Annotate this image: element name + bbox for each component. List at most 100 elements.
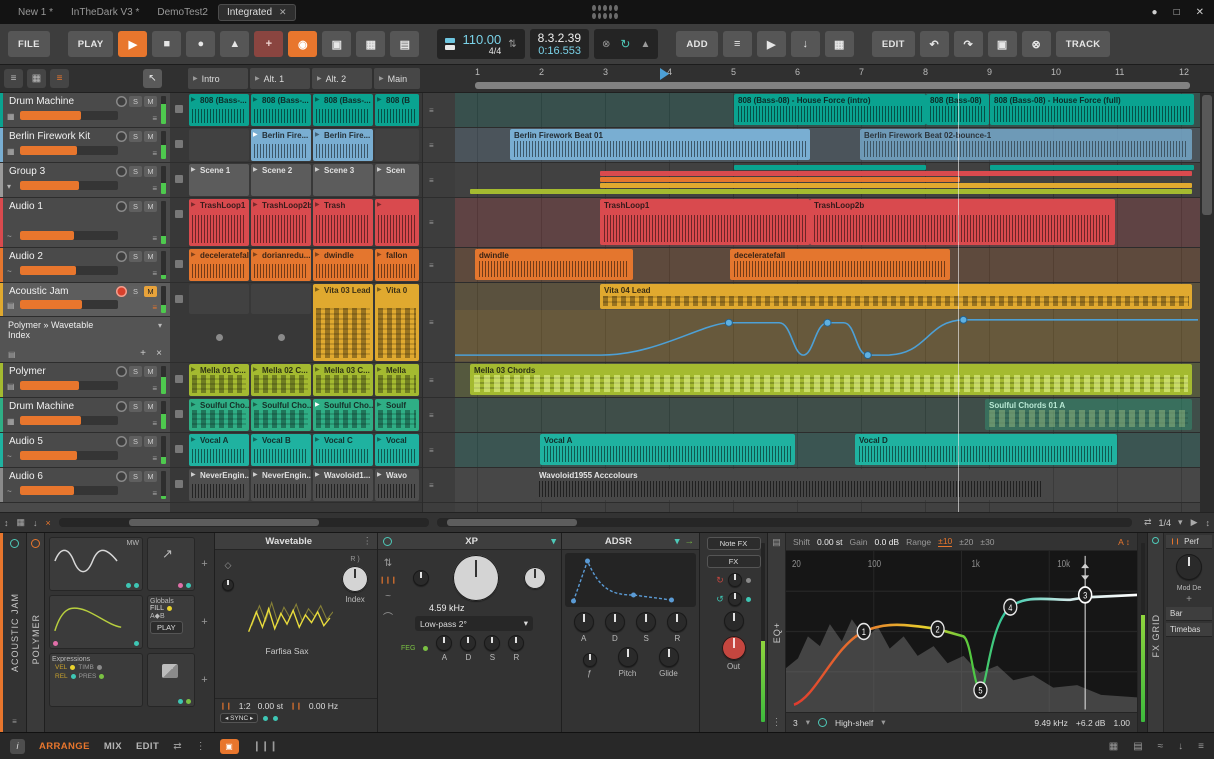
record-arm-button[interactable] <box>116 96 127 107</box>
track-name[interactable]: Drum Machine <box>9 401 74 412</box>
track-row[interactable]: Audio 2 SM <box>0 248 170 283</box>
solo-button[interactable]: S <box>129 96 142 107</box>
wavetable-display[interactable]: Farfisa Sax <box>237 554 337 694</box>
studio-io-icon[interactable] <box>1109 741 1118 752</box>
stop-clip-button[interactable] <box>175 445 183 453</box>
band-count-value[interactable]: 3 <box>793 718 798 728</box>
clip-play-icon[interactable] <box>315 471 320 478</box>
index-knob[interactable] <box>342 566 368 592</box>
browser-icon[interactable] <box>824 31 854 57</box>
transport-record-button[interactable] <box>186 31 216 57</box>
arranger-clip[interactable]: TrashLoop1 <box>600 199 810 245</box>
filter-mode-select[interactable]: Low-pass 2° <box>415 616 533 631</box>
feg-dot[interactable] <box>423 646 429 651</box>
eq-graph[interactable]: 20 100 1k 10k 1 2 5 4 3 <box>786 551 1138 712</box>
tab-edit[interactable]: EDIT <box>136 741 159 752</box>
launcher-hscrollbar[interactable] <box>58 518 429 527</box>
add-device-icon[interactable] <box>140 348 146 359</box>
panel-layout-button[interactable] <box>390 31 420 57</box>
clip-play-icon[interactable] <box>191 366 196 373</box>
clip-play-icon[interactable] <box>377 251 382 258</box>
stop-clip-button[interactable] <box>175 260 183 268</box>
freq-value[interactable]: 0.00 Hz <box>309 701 338 711</box>
remove-device-icon[interactable] <box>156 348 162 359</box>
clip-slot[interactable] <box>375 199 419 246</box>
clip-slot[interactable]: dorianredu... <box>251 249 311 281</box>
loop-display[interactable] <box>594 29 659 59</box>
band-freq-value[interactable]: 9.49 kHz <box>1034 718 1068 728</box>
mod-cw-icon[interactable] <box>716 575 724 586</box>
close-tab-icon[interactable]: ✕ <box>279 7 287 18</box>
record-arm-button[interactable] <box>116 286 127 297</box>
automation-curve[interactable] <box>455 310 1200 361</box>
add-button[interactable]: ADD <box>676 31 718 57</box>
scene-play-icon[interactable] <box>255 75 260 82</box>
track-name[interactable]: Audio 6 <box>9 471 43 482</box>
mute-button[interactable]: M <box>144 96 157 107</box>
clip-slot[interactable]: Vita 0 <box>375 284 419 361</box>
arranger-lane[interactable]: Soulful Chords 01 A <box>455 398 1200 433</box>
arranger-clip[interactable]: Berlin Firework Beat 02-bounce-1 <box>860 129 1192 160</box>
range-30-button[interactable]: ±30 <box>980 537 994 547</box>
clip-slot[interactable]: 808 (Bass-... <box>313 94 373 126</box>
playhead-marker[interactable] <box>660 68 669 80</box>
clip-play-icon[interactable] <box>253 201 258 208</box>
delete-button[interactable] <box>1021 31 1051 57</box>
stop-column[interactable] <box>170 163 188 197</box>
project-tab[interactable]: InTheDark V3 * <box>63 5 147 20</box>
eq-device-label[interactable]: EQ+ <box>772 622 782 643</box>
track-button[interactable]: TRACK <box>1055 31 1111 57</box>
grid-division-value[interactable]: 1/4 <box>1159 518 1172 528</box>
selected-track-device-slot[interactable]: Polymer » Wavetable Index <box>0 317 170 363</box>
arranger-clip[interactable]: Vocal A <box>540 434 795 465</box>
tempo-value[interactable]: 110.00 <box>462 33 501 46</box>
clip-slot[interactable]: Mella 02 C... <box>251 364 311 396</box>
timb-label[interactable]: TIMB <box>78 664 94 671</box>
active-panel-button[interactable] <box>219 738 239 754</box>
record-arm-button[interactable] <box>116 436 127 447</box>
close-window-icon[interactable]: ✕ <box>1196 7 1204 18</box>
lane-options-icon[interactable] <box>423 363 455 398</box>
mute-button[interactable]: M <box>144 436 157 447</box>
more-icon[interactable] <box>196 741 206 752</box>
track-list-view-icon[interactable] <box>4 69 23 88</box>
clip-slot[interactable]: Wavoloid1... <box>313 469 373 501</box>
undo-button[interactable] <box>919 31 949 57</box>
arranger-clip[interactable]: Berlin Firework Beat 01 <box>510 129 810 160</box>
pipes-icon[interactable]: ❙❙❙ <box>253 741 278 752</box>
random-module[interactable] <box>147 653 195 707</box>
add-fx-button[interactable]: + <box>1166 594 1212 605</box>
adsr-route-icon[interactable] <box>685 536 695 547</box>
file-button[interactable]: FILE <box>8 31 50 57</box>
track-menu-icon[interactable] <box>152 384 157 393</box>
detune-knob[interactable] <box>222 579 234 591</box>
arranger-lane[interactable]: Berlin Firework Beat 01 Berlin Firework … <box>455 128 1200 163</box>
stop-clip-button[interactable] <box>175 480 183 488</box>
track-menu-icon[interactable] <box>152 303 157 312</box>
clip-slot[interactable]: deceleratefall <box>189 249 249 281</box>
pitch-knob[interactable] <box>617 647 638 667</box>
stop-clip-button[interactable] <box>175 105 183 113</box>
project-tab[interactable]: New 1 * <box>10 5 61 20</box>
track-name[interactable]: Audio 2 <box>9 251 43 262</box>
lane-options-icon[interactable] <box>423 93 455 128</box>
track-row[interactable]: Audio 5 SM <box>0 433 170 468</box>
solo-button[interactable]: S <box>129 251 142 262</box>
add-module-button[interactable] <box>197 651 212 709</box>
device-chain-label[interactable]: Polymer » Wavetable <box>8 320 162 330</box>
arranger-lane[interactable]: dwindle deceleratefall <box>455 248 1200 283</box>
solo-button[interactable]: S <box>129 366 142 377</box>
mod-ccw-icon[interactable] <box>716 594 724 605</box>
wavetable-preset-name[interactable]: Farfisa Sax <box>266 646 309 656</box>
record-arm-button[interactable] <box>116 401 127 412</box>
clip-play-icon[interactable] <box>191 471 196 478</box>
volume-fader[interactable] <box>20 146 118 155</box>
lane-options-icon[interactable] <box>423 198 455 248</box>
volume-fader[interactable] <box>20 300 118 309</box>
clip-slot[interactable]: TrashLoop1 <box>189 199 249 246</box>
automation-write-button[interactable] <box>288 31 318 57</box>
track-name[interactable]: Drum Machine <box>9 96 74 107</box>
arranger-clip[interactable]: Vocal D <box>855 434 1117 465</box>
resonance-knob[interactable] <box>523 567 546 589</box>
clip-play-icon[interactable] <box>377 201 382 208</box>
